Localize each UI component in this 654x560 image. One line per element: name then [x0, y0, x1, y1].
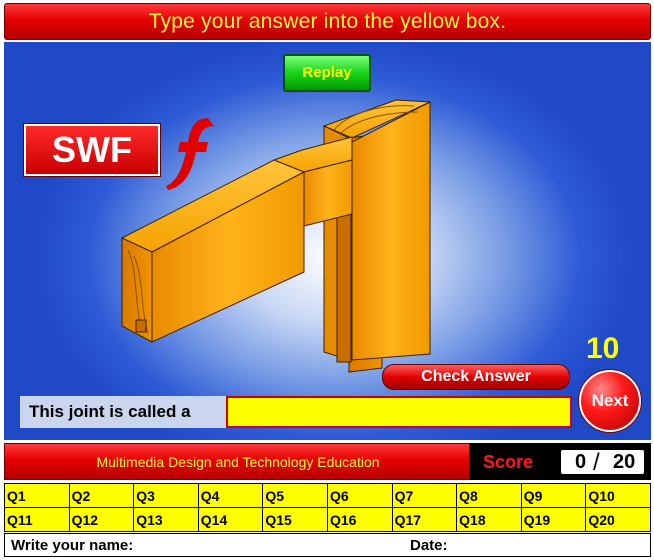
quiz-app: Type your answer into the yellow box. Re… — [0, 0, 654, 560]
question-cell[interactable]: Q7 — [391, 483, 458, 508]
replay-button[interactable]: Replay — [283, 54, 371, 92]
check-answer-button[interactable]: Check Answer — [382, 364, 570, 390]
title-banner: Type your answer into the yellow box. — [4, 3, 651, 40]
question-cell[interactable]: Q20 — [585, 507, 651, 532]
student-info-row: Write your name: Date: — [4, 533, 651, 557]
date-label: Date: — [410, 537, 448, 554]
footer-banner: Multimedia Design and Technology Educati… — [4, 443, 470, 480]
name-label: Write your name: — [11, 537, 134, 554]
question-cell[interactable]: Q9 — [520, 483, 587, 508]
question-cell[interactable]: Q17 — [391, 507, 458, 532]
question-cell[interactable]: Q15 — [262, 507, 328, 532]
score-current: 0 — [575, 451, 587, 473]
answer-prompt-box: This joint is called a — [20, 396, 226, 428]
question-cell[interactable]: Q5 — [262, 483, 328, 508]
score-panel: Score 0 / 20 — [470, 443, 651, 480]
score-total: 20 — [613, 451, 636, 473]
swf-logo: SWF — [23, 123, 161, 177]
question-row-1: Q1 Q2 Q3 Q4 Q5 Q6 Q7 Q8 Q9 Q10 — [4, 483, 651, 508]
question-cell[interactable]: Q10 — [585, 483, 651, 508]
question-cell[interactable]: Q12 — [68, 507, 135, 532]
question-cell[interactable]: Q8 — [456, 483, 522, 508]
question-cell[interactable]: Q1 — [4, 483, 70, 508]
flash-f-icon — [166, 118, 214, 190]
question-stage: Replay SWF 10 Check Answer Next This joi… — [4, 42, 651, 440]
question-grid: Q1 Q2 Q3 Q4 Q5 Q6 Q7 Q8 Q9 Q10 Q11 Q12 Q… — [4, 483, 651, 532]
countdown-timer: 10 — [586, 332, 620, 365]
question-cell[interactable]: Q16 — [326, 507, 393, 532]
answer-input[interactable] — [226, 396, 572, 428]
next-button[interactable]: Next — [579, 370, 641, 432]
question-cell[interactable]: Q18 — [456, 507, 522, 532]
answer-prompt: This joint is called a — [29, 402, 191, 421]
question-cell[interactable]: Q3 — [133, 483, 199, 508]
score-box: 0 / 20 — [561, 449, 644, 476]
question-cell[interactable]: Q14 — [197, 507, 264, 532]
question-row-2: Q11 Q12 Q13 Q14 Q15 Q16 Q17 Q18 Q19 Q20 — [4, 507, 651, 532]
score-divider: / — [593, 449, 600, 476]
question-cell[interactable]: Q13 — [133, 507, 199, 532]
question-cell[interactable]: Q6 — [326, 483, 393, 508]
score-label: Score — [483, 452, 534, 472]
question-cell[interactable]: Q4 — [197, 483, 264, 508]
question-cell[interactable]: Q19 — [520, 507, 587, 532]
instruction-text: Type your answer into the yellow box. — [148, 10, 507, 33]
footer-brand-text: Multimedia Design and Technology Educati… — [96, 454, 380, 470]
question-cell[interactable]: Q11 — [4, 507, 70, 532]
question-cell[interactable]: Q2 — [68, 483, 135, 508]
